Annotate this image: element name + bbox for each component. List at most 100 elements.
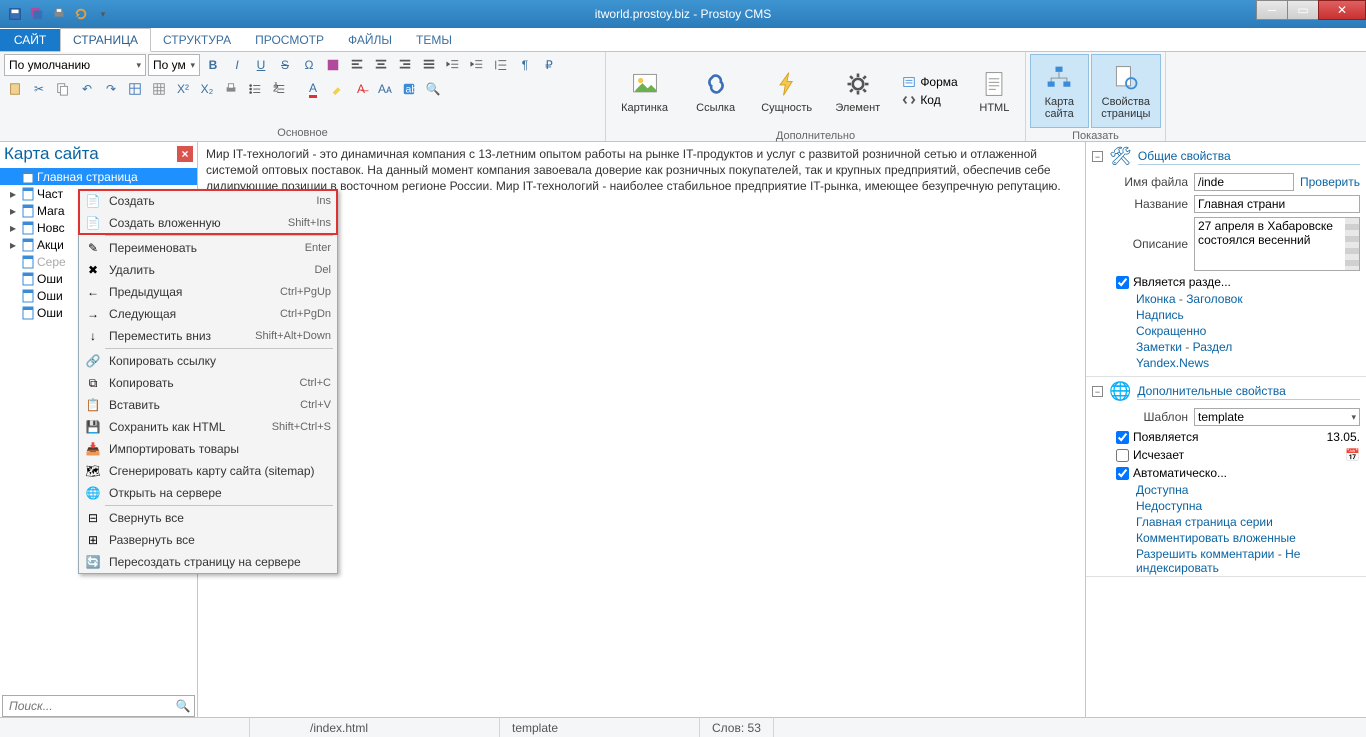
search-button[interactable]: 🔍 xyxy=(172,696,194,716)
subscript-icon[interactable]: X₂ xyxy=(196,78,218,100)
prop-desc-input[interactable]: 27 апреля в Хабаровске состоялся весенни… xyxy=(1194,217,1360,271)
menu-item[interactable]: 🔄Пересоздать страницу на сервере xyxy=(79,551,337,573)
insert-code-button[interactable]: Код xyxy=(898,92,961,108)
insert-form-button[interactable]: Форма xyxy=(898,74,961,90)
menu-item[interactable]: ←ПредыдущаяCtrl+PgUp xyxy=(79,281,337,303)
superscript-icon[interactable]: X² xyxy=(172,78,194,100)
maximize-button[interactable]: ▭ xyxy=(1287,0,1319,20)
prop-filename-input[interactable]: /inde xyxy=(1194,173,1294,191)
menu-item[interactable]: 💾Сохранить как HTMLShift+Ctrl+S xyxy=(79,416,337,438)
menu-item[interactable]: 📋ВставитьCtrl+V xyxy=(79,394,337,416)
prop-link-comment-nested[interactable]: Комментировать вложенные xyxy=(1136,531,1296,545)
style-dropdown-2[interactable]: По ум▾ xyxy=(148,54,200,76)
prop-link-short[interactable]: Сокращенно xyxy=(1136,324,1206,338)
collapse-icon[interactable]: − xyxy=(1092,386,1103,397)
menu-item[interactable]: ⊟Свернуть все xyxy=(79,507,337,529)
menu-item[interactable]: ↓Переместить внизShift+Alt+Down xyxy=(79,325,337,347)
number-list-icon[interactable]: 12 xyxy=(268,78,290,100)
qat-dropdown-icon[interactable]: ▾ xyxy=(94,5,112,23)
linespacing-icon[interactable] xyxy=(490,54,512,76)
strike-icon[interactable]: S xyxy=(274,54,296,76)
undo-icon[interactable]: ↶ xyxy=(76,78,98,100)
prop-auto-checkbox[interactable] xyxy=(1116,467,1129,480)
prop-link-allow-comments[interactable]: Разрешить комментарии xyxy=(1136,547,1274,561)
insert-entity-button[interactable]: Сущность xyxy=(752,54,821,128)
highlight-icon[interactable] xyxy=(326,78,348,100)
prop-is-section-checkbox[interactable] xyxy=(1116,276,1129,289)
prop-link-available[interactable]: Доступна xyxy=(1136,483,1188,497)
tab-file[interactable]: САЙТ xyxy=(0,29,60,51)
tree-item[interactable]: Главная страница xyxy=(0,168,197,185)
tree-expand-icon[interactable]: ▸ xyxy=(10,187,19,201)
save-icon[interactable] xyxy=(322,54,344,76)
ruble-icon[interactable]: ₽ xyxy=(538,54,560,76)
show-sitemap-button[interactable]: Карта сайта xyxy=(1030,54,1089,128)
calendar-icon[interactable]: 📅 xyxy=(1345,448,1360,462)
menu-item[interactable]: 📄Создать вложеннуюShift+Ins xyxy=(79,212,337,234)
tab-themes[interactable]: ТЕМЫ xyxy=(404,29,464,51)
omega-icon[interactable]: Ω xyxy=(298,54,320,76)
tree-expand-icon[interactable]: ▸ xyxy=(10,221,19,235)
prop-template-dropdown[interactable]: template▾ xyxy=(1194,408,1360,426)
menu-item[interactable]: ✖УдалитьDel xyxy=(79,259,337,281)
indent-dec-icon[interactable] xyxy=(442,54,464,76)
menu-item[interactable]: ⊞Развернуть все xyxy=(79,529,337,551)
qat-refresh-icon[interactable] xyxy=(72,5,90,23)
align-center-icon[interactable] xyxy=(370,54,392,76)
minimize-button[interactable]: ─ xyxy=(1256,0,1288,20)
qat-print-icon[interactable] xyxy=(50,5,68,23)
prop-link-unavailable[interactable]: Недоступна xyxy=(1136,499,1202,513)
align-left-icon[interactable] xyxy=(346,54,368,76)
qat-saveall-icon[interactable] xyxy=(28,5,46,23)
redo-icon[interactable]: ↷ xyxy=(100,78,122,100)
menu-item[interactable]: ⧉КопироватьCtrl+C xyxy=(79,372,337,394)
pilcrow-icon[interactable]: ¶ xyxy=(514,54,536,76)
spellcheck-icon[interactable]: ab xyxy=(398,78,420,100)
insert-link-button[interactable]: Ссылка xyxy=(681,54,750,128)
font-size-icon[interactable]: Aᴀ xyxy=(374,78,396,100)
prop-link-mainseries[interactable]: Главная страница серии xyxy=(1136,515,1273,529)
prop-check-link[interactable]: Проверить xyxy=(1300,175,1360,189)
align-justify-icon[interactable] xyxy=(418,54,440,76)
menu-item[interactable]: →СледующаяCtrl+PgDn xyxy=(79,303,337,325)
underline-icon[interactable]: U xyxy=(250,54,272,76)
prop-link-notes[interactable]: Заметки xyxy=(1136,340,1182,354)
prop-link-header[interactable]: Заголовок xyxy=(1186,292,1242,306)
menu-item[interactable]: 📥Импортировать товары xyxy=(79,438,337,460)
menu-item[interactable]: 🌐Открыть на сервере xyxy=(79,482,337,504)
tab-page[interactable]: СТРАНИЦА xyxy=(60,28,151,52)
sitemap-close-button[interactable]: × xyxy=(177,146,193,162)
italic-icon[interactable]: I xyxy=(226,54,248,76)
prop-appears-checkbox[interactable] xyxy=(1116,431,1129,444)
show-pageprops-button[interactable]: Свойства страницы xyxy=(1091,54,1161,128)
cut-icon[interactable]: ✂ xyxy=(28,78,50,100)
prop-title-input[interactable]: Главная страни xyxy=(1194,195,1360,213)
collapse-icon[interactable]: − xyxy=(1092,151,1103,162)
style-dropdown[interactable]: По умолчанию▾ xyxy=(4,54,146,76)
table2-icon[interactable] xyxy=(148,78,170,100)
table-icon[interactable] xyxy=(124,78,146,100)
copy-icon[interactable] xyxy=(52,78,74,100)
bullet-list-icon[interactable] xyxy=(244,78,266,100)
search-input[interactable] xyxy=(3,696,172,716)
font-color-icon[interactable]: A xyxy=(302,78,324,100)
prop-link-yandex[interactable]: Yandex.News xyxy=(1136,356,1209,370)
find-icon[interactable]: 🔍 xyxy=(422,78,444,100)
menu-item[interactable]: 🗺Сгенерировать карту сайта (sitemap) xyxy=(79,460,337,482)
tree-expand-icon[interactable]: ▸ xyxy=(10,204,19,218)
indent-inc-icon[interactable] xyxy=(466,54,488,76)
tab-preview[interactable]: ПРОСМОТР xyxy=(243,29,336,51)
clear-format-icon[interactable]: A̶ xyxy=(350,78,372,100)
tree-expand-icon[interactable]: ▸ xyxy=(10,238,19,252)
prop-link-icon[interactable]: Иконка xyxy=(1136,292,1176,306)
menu-item[interactable]: ✎ПереименоватьEnter xyxy=(79,237,337,259)
bold-icon[interactable]: B xyxy=(202,54,224,76)
insert-element-button[interactable]: Элемент xyxy=(823,54,892,128)
menu-item[interactable]: 🔗Копировать ссылку xyxy=(79,350,337,372)
prop-link-caption[interactable]: Надпись xyxy=(1136,308,1184,322)
prop-link-section[interactable]: Раздел xyxy=(1193,340,1233,354)
align-right-icon[interactable] xyxy=(394,54,416,76)
tab-structure[interactable]: СТРУКТУРА xyxy=(151,29,243,51)
print-icon[interactable] xyxy=(220,78,242,100)
html-button[interactable]: HTML xyxy=(968,54,1021,128)
